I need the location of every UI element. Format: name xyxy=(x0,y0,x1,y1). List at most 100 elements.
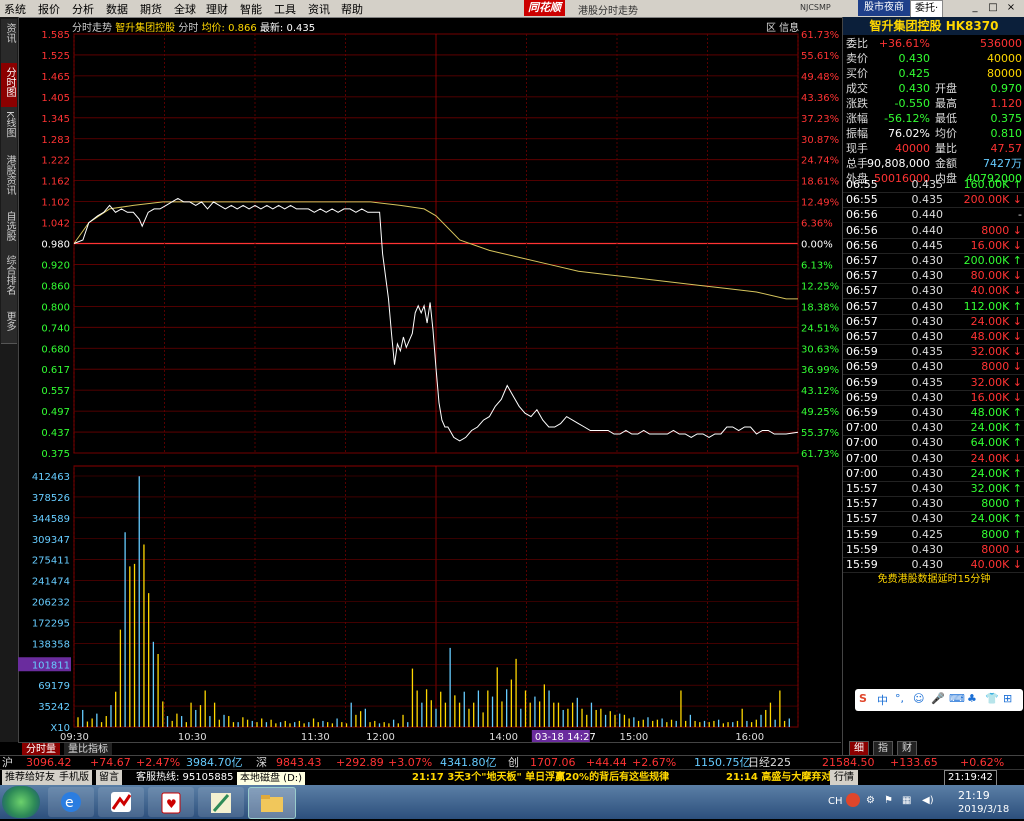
tab-hk-news[interactable]: 港股资讯 xyxy=(1,151,17,208)
mic-icon[interactable]: 🎤 xyxy=(931,692,945,705)
menu-news[interactable]: 资讯 xyxy=(308,1,330,17)
tick-time: 06:57 xyxy=(846,269,878,283)
tick-row[interactable]: 06:57 0.430 112.00K ↑ xyxy=(843,299,1024,315)
time-tick-label: 14:00 xyxy=(489,732,518,742)
cursor-time-label: 03-18 14:27 xyxy=(535,732,596,742)
quote-value-2: 0.375 xyxy=(990,112,1023,125)
menu-global[interactable]: 全球 xyxy=(174,1,196,17)
tick-row[interactable]: 15:59 0.425 8000 ↑ xyxy=(843,527,1024,543)
volume-tick-label: 206232 xyxy=(32,598,70,609)
tick-row[interactable]: 06:59 0.430 48.00K ↑ xyxy=(843,405,1024,421)
message-button[interactable]: 留言 xyxy=(96,770,122,786)
sz-amount: 4341.80亿 xyxy=(440,756,497,769)
menu-finance[interactable]: 理财 xyxy=(206,1,228,17)
news-ticker-2[interactable]: 21:14 高盛与大摩弃对 xyxy=(726,770,831,786)
tick-row[interactable]: 15:57 0.430 8000 ↑ xyxy=(843,496,1024,513)
grid-icon[interactable]: ⊞ xyxy=(1003,692,1012,705)
flag-tray-icon[interactable]: ⚑ xyxy=(884,795,893,806)
tick-row[interactable]: 06:57 0.430 24.00K ↓ xyxy=(843,314,1024,330)
settings-tray-icon[interactable]: ⚙ xyxy=(866,795,875,806)
sogou-tray-icon[interactable] xyxy=(846,793,860,807)
menu-help[interactable]: 帮助 xyxy=(341,1,363,17)
tick-volume: 64.00K ↑ xyxy=(970,436,1022,450)
quote-button[interactable]: 行情 xyxy=(830,770,858,786)
tab-more[interactable]: 更多 xyxy=(1,307,17,344)
emoji-icon[interactable]: ☺ xyxy=(913,692,924,705)
minimize-icon[interactable]: _ xyxy=(968,1,982,15)
tick-row[interactable]: 07:00 0.430 24.00K ↑ xyxy=(843,466,1024,482)
menu-quote[interactable]: 报价 xyxy=(38,1,60,17)
quote-label-2: 量比 xyxy=(935,142,957,155)
tab-kline[interactable]: K线图 xyxy=(1,107,17,152)
tick-price: 0.435 xyxy=(911,375,944,389)
tick-row[interactable]: 06:57 0.430 80.00K ↓ xyxy=(843,268,1024,285)
tick-row[interactable]: 06:55 0.435 200.00K ↓ xyxy=(843,192,1024,209)
cards-icon[interactable]: ♥ xyxy=(148,787,194,817)
mobile-button[interactable]: 手机版 xyxy=(56,770,92,786)
quote-value-2: 1.120 xyxy=(990,97,1023,110)
news-ticker-1[interactable]: 21:17 3天3个"地天板" 单日浮赢20%的背后有这些规律 xyxy=(412,770,669,786)
tick-row[interactable]: 06:59 0.430 16.00K ↓ xyxy=(843,390,1024,406)
menu-tools[interactable]: 工具 xyxy=(274,1,296,17)
tick-row[interactable]: 06:57 0.430 48.00K ↓ xyxy=(843,329,1024,345)
recommend-button[interactable]: 推荐给好友 xyxy=(2,770,58,786)
ime-lang-icon[interactable]: 中 xyxy=(877,692,888,708)
price-tick-label: 1.102 xyxy=(41,198,70,209)
tick-row[interactable]: 06:55 0.435 160.00K ↑ xyxy=(843,177,1024,193)
night-market-tab[interactable]: 股市夜商 xyxy=(858,0,910,16)
quote-row: 涨幅 -56.12% 最低 0.375 xyxy=(843,111,1024,126)
lang-indicator[interactable]: CH xyxy=(828,796,843,807)
keyboard-icon[interactable]: ⌨ xyxy=(949,692,965,705)
explorer-icon[interactable] xyxy=(248,787,296,819)
tab-watchlist[interactable]: 自选股 xyxy=(1,207,17,252)
intraday-chart[interactable]: 分时走势 智升集团控股 分时 均价: 0.866 最新: 0.435 区 信息 … xyxy=(18,17,841,742)
maximize-icon[interactable]: □ xyxy=(986,1,1000,15)
tick-row[interactable]: 06:57 0.430 40.00K ↓ xyxy=(843,283,1024,300)
tick-row[interactable]: 15:57 0.430 32.00K ↑ xyxy=(843,481,1024,497)
tick-row[interactable]: 07:00 0.430 24.00K ↑ xyxy=(843,420,1024,437)
tick-price: 0.435 xyxy=(911,193,944,207)
tick-row[interactable]: 15:57 0.430 24.00K ↑ xyxy=(843,511,1024,528)
sogou-icon[interactable]: S xyxy=(859,692,867,705)
tick-row[interactable]: 15:59 0.430 8000 ↓ xyxy=(843,542,1024,558)
sh-value: 3096.42 xyxy=(26,756,72,769)
punct-icon[interactable]: °, xyxy=(895,692,904,705)
tick-row[interactable]: 07:00 0.430 64.00K ↑ xyxy=(843,435,1024,452)
menu-data[interactable]: 数据 xyxy=(106,1,128,17)
tab-timeshare[interactable]: 分时图 xyxy=(1,63,17,108)
tick-row[interactable]: 06:56 0.440 - xyxy=(843,207,1024,224)
volume-tray-icon[interactable]: ◀) xyxy=(922,795,934,806)
skin-icon[interactable]: ♣ xyxy=(967,692,977,705)
tab-news[interactable]: 资讯 xyxy=(1,19,17,64)
tick-row[interactable]: 07:00 0.430 24.00K ↓ xyxy=(843,451,1024,467)
network-tray-icon[interactable]: ▦ xyxy=(902,795,911,806)
tick-row[interactable]: 06:59 0.435 32.00K ↓ xyxy=(843,344,1024,361)
tick-price: 0.430 xyxy=(911,436,944,450)
left-tabs: 资讯 分时图 K线图 港股资讯 自选股 综合排名 更多 xyxy=(0,17,19,742)
tonghuashun-icon[interactable] xyxy=(98,787,144,817)
svg-text:e: e xyxy=(65,795,74,811)
time-tick-label: 12:00 xyxy=(366,732,395,742)
tick-time: 06:57 xyxy=(846,299,878,313)
menu-smart[interactable]: 智能 xyxy=(240,1,262,17)
tick-row[interactable]: 06:59 0.430 8000 ↓ xyxy=(843,359,1024,376)
ie-icon[interactable]: e xyxy=(48,787,94,817)
tab-ranking[interactable]: 综合排名 xyxy=(1,251,17,308)
close-icon[interactable]: × xyxy=(1004,1,1018,15)
pen-icon[interactable] xyxy=(198,787,244,817)
start-button[interactable] xyxy=(2,786,40,818)
trade-button[interactable]: 委托· xyxy=(910,0,944,18)
menu-futures[interactable]: 期货 xyxy=(140,1,162,17)
tick-time: 06:57 xyxy=(846,254,878,267)
tick-row[interactable]: 06:57 0.430 200.00K ↑ xyxy=(843,253,1024,269)
cy-value: 1707.06 xyxy=(530,756,576,769)
tick-row[interactable]: 06:59 0.435 32.00K ↓ xyxy=(843,375,1024,391)
menu-analysis[interactable]: 分析 xyxy=(72,1,94,17)
tick-row[interactable]: 06:56 0.440 8000 ↓ xyxy=(843,223,1024,239)
shirt-icon[interactable]: 👕 xyxy=(985,692,999,705)
quote-row: 总手 90,808,000 金额 7427万 xyxy=(843,156,1024,171)
ime-toolbar[interactable]: S 中 °, ☺ 🎤 ⌨ ♣ 👕 ⊞ xyxy=(855,689,1023,711)
menu-system[interactable]: 系统 xyxy=(4,1,26,17)
tick-row[interactable]: 06:56 0.445 16.00K ↓ xyxy=(843,238,1024,254)
pct-tick-label: 55.37% xyxy=(801,428,839,439)
